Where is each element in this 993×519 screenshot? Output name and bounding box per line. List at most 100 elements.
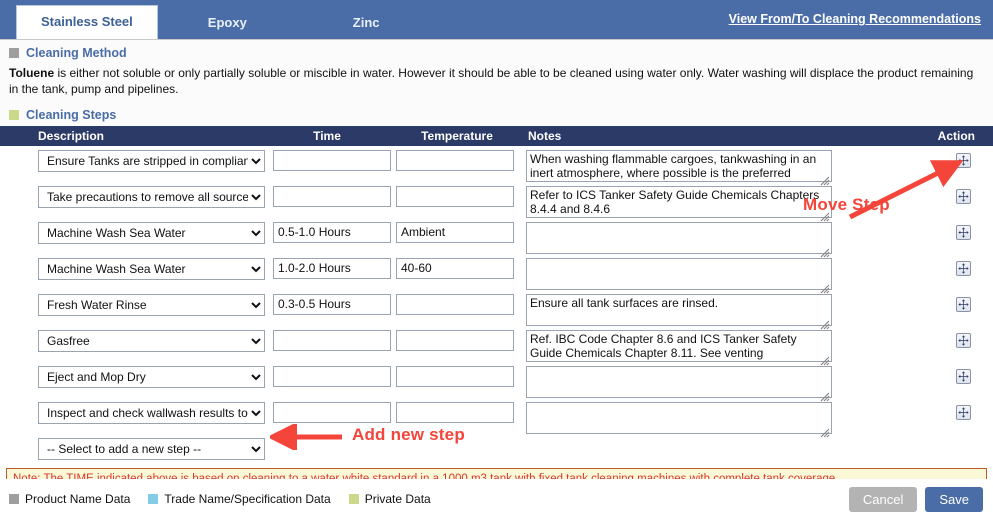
table-row: Take precautions to remove all source Ref… <box>0 182 993 218</box>
cell-description: Machine Wash Sea Water <box>0 222 262 244</box>
cell-notes <box>522 258 834 295</box>
step-notes-textarea[interactable]: Refer to ICS Tanker Safety Guide Chemica… <box>526 186 832 218</box>
tab-zinc[interactable]: Zinc <box>331 6 402 39</box>
step-time-input[interactable] <box>273 258 391 279</box>
column-header-action: Action <box>834 129 993 143</box>
cell-temperature <box>392 150 522 171</box>
cell-notes: When washing flammable cargoes, tankwash… <box>522 150 834 187</box>
move-icon[interactable] <box>956 261 971 276</box>
cell-temperature <box>392 258 522 279</box>
step-description-select[interactable]: Gasfree <box>38 330 265 352</box>
cell-notes <box>522 222 834 259</box>
cleaning-method-body: Toluene is either not soluble or only pa… <box>0 64 993 102</box>
move-icon[interactable] <box>956 225 971 240</box>
cell-notes <box>522 402 834 439</box>
move-icon[interactable] <box>956 405 971 420</box>
table-row: Inspect and check wallwash results to <box>0 398 993 434</box>
column-header-temperature: Temperature <box>392 129 522 143</box>
cell-action <box>834 330 993 348</box>
move-icon[interactable] <box>956 297 971 312</box>
column-header-time: Time <box>262 129 392 143</box>
cell-time <box>262 222 392 243</box>
step-description-select[interactable]: Machine Wash Sea Water <box>38 222 265 244</box>
page-footer: Product Name Data Trade Name/Specificati… <box>0 479 993 519</box>
cell-description: Take precautions to remove all source <box>0 186 262 208</box>
step-description-select[interactable]: Ensure Tanks are stripped in complian <box>38 150 265 172</box>
step-temperature-input[interactable] <box>396 150 514 171</box>
legend-item-product-name-data: Product Name Data <box>9 492 130 506</box>
product-name-data-icon <box>9 494 19 504</box>
cell-temperature <box>392 222 522 243</box>
add-step-row: -- Select to add a new step -- <box>0 434 993 464</box>
step-time-input[interactable] <box>273 222 391 243</box>
column-header-notes: Notes <box>522 129 834 143</box>
step-time-input[interactable] <box>273 366 391 387</box>
step-notes-textarea[interactable] <box>526 222 832 254</box>
table-row: Machine Wash Sea Water <box>0 218 993 254</box>
cell-temperature <box>392 366 522 387</box>
step-temperature-input[interactable] <box>396 402 514 423</box>
step-temperature-input[interactable] <box>396 222 514 243</box>
cell-notes <box>522 366 834 403</box>
step-description-select[interactable]: Take precautions to remove all source <box>38 186 265 208</box>
product-name: Toluene <box>9 66 54 80</box>
step-temperature-input[interactable] <box>396 186 514 207</box>
step-description-select[interactable]: Fresh Water Rinse <box>38 294 265 316</box>
legend-label-private-data: Private Data <box>365 492 431 506</box>
move-icon[interactable] <box>956 333 971 348</box>
step-notes-textarea[interactable]: Ensure all tank surfaces are rinsed. <box>526 294 832 326</box>
step-description-select[interactable]: Eject and Mop Dry <box>38 366 265 388</box>
legend: Product Name Data Trade Name/Specificati… <box>9 492 431 506</box>
trade-name-data-icon <box>148 494 158 504</box>
step-description-select[interactable]: Machine Wash Sea Water <box>38 258 265 280</box>
cell-time <box>262 366 392 387</box>
cell-time <box>262 330 392 351</box>
notes-wrapper: Ref. IBC Code Chapter 8.6 and ICS Tanker… <box>526 330 832 367</box>
cell-action <box>834 258 993 276</box>
step-notes-textarea[interactable] <box>526 258 832 290</box>
cleaning-method-header: Cleaning Method <box>0 40 993 64</box>
cell-description: Gasfree <box>0 330 262 352</box>
step-time-input[interactable] <box>273 150 391 171</box>
cleaning-steps-header: Cleaning Steps <box>0 102 993 126</box>
private-data-swatch-icon <box>9 110 19 120</box>
step-time-input[interactable] <box>273 402 391 423</box>
cleaning-method-description: is either not soluble or only partially … <box>9 66 973 96</box>
step-notes-textarea[interactable]: Ref. IBC Code Chapter 8.6 and ICS Tanker… <box>526 330 832 362</box>
save-button[interactable]: Save <box>925 487 983 512</box>
move-icon[interactable] <box>956 369 971 384</box>
step-time-input[interactable] <box>273 330 391 351</box>
step-temperature-input[interactable] <box>396 366 514 387</box>
step-notes-textarea[interactable] <box>526 366 832 398</box>
tab-stainless-steel[interactable]: Stainless Steel <box>16 5 158 39</box>
cell-time <box>262 186 392 207</box>
cell-temperature <box>392 186 522 207</box>
add-new-step-select[interactable]: -- Select to add a new step -- <box>38 438 265 460</box>
cell-temperature <box>392 294 522 315</box>
notes-wrapper <box>526 222 832 259</box>
cell-description: Machine Wash Sea Water <box>0 258 262 280</box>
cancel-button[interactable]: Cancel <box>849 487 917 512</box>
notes-wrapper: Refer to ICS Tanker Safety Guide Chemica… <box>526 186 832 223</box>
step-time-input[interactable] <box>273 294 391 315</box>
move-icon[interactable] <box>956 153 971 168</box>
legend-label-product-name-data: Product Name Data <box>25 492 130 506</box>
tab-bar: Stainless Steel Epoxy Zinc View From/To … <box>0 0 993 40</box>
step-notes-textarea[interactable]: When washing flammable cargoes, tankwash… <box>526 150 832 182</box>
steps-table-body: Ensure Tanks are stripped in complian Whe… <box>0 146 993 434</box>
step-time-input[interactable] <box>273 186 391 207</box>
cell-temperature <box>392 402 522 423</box>
notes-wrapper: When washing flammable cargoes, tankwash… <box>526 150 832 187</box>
step-notes-textarea[interactable] <box>526 402 832 434</box>
step-temperature-input[interactable] <box>396 258 514 279</box>
step-description-select[interactable]: Inspect and check wallwash results to <box>38 402 265 424</box>
table-row: Ensure Tanks are stripped in complian Whe… <box>0 146 993 182</box>
step-temperature-input[interactable] <box>396 330 514 351</box>
cleaning-steps-title: Cleaning Steps <box>26 108 116 122</box>
move-icon[interactable] <box>956 189 971 204</box>
tab-epoxy[interactable]: Epoxy <box>186 6 269 39</box>
step-temperature-input[interactable] <box>396 294 514 315</box>
view-from-to-cleaning-recommendations-link[interactable]: View From/To Cleaning Recommendations <box>729 12 981 26</box>
cell-description: Inspect and check wallwash results to <box>0 402 262 424</box>
cell-notes: Ensure all tank surfaces are rinsed. <box>522 294 834 331</box>
